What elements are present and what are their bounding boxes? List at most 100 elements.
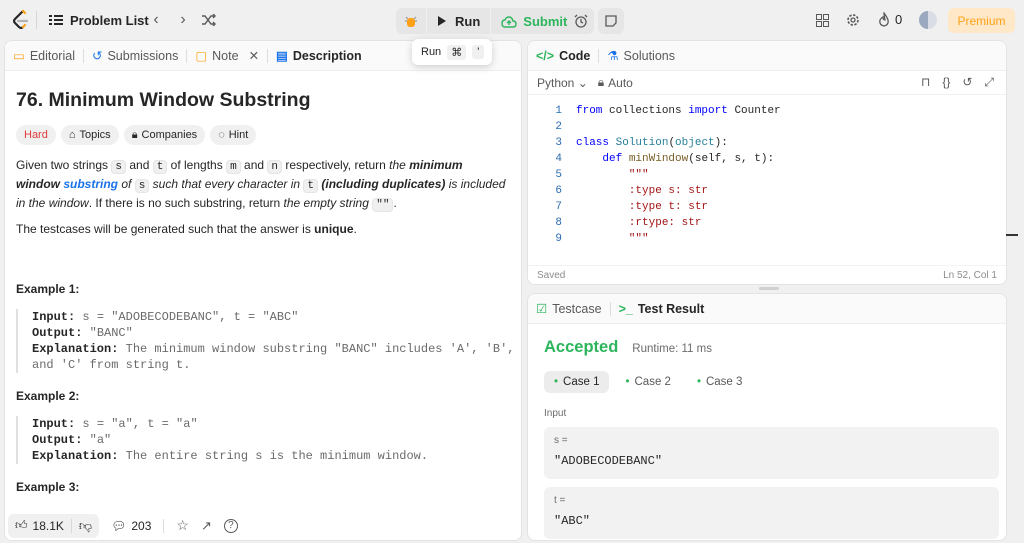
desc-code: t	[303, 179, 319, 193]
tab-test-result[interactable]: >_ Test Result	[611, 294, 713, 324]
tab-code[interactable]: </> Code	[528, 41, 598, 71]
tab-note[interactable]: ▢ Note ✕	[187, 41, 267, 71]
submit-button[interactable]: Submit	[491, 8, 577, 34]
lock-icon: 🔒︎	[131, 128, 138, 141]
input-t-box: t = "ABC"	[544, 487, 999, 539]
problem-footer: 👍︎ 18.1K 👎︎ 💬︎ 203 ☆ ↗ ?	[5, 509, 521, 540]
input-s-box: s = "ADOBECODEBANC"	[544, 427, 999, 479]
case-1-tab[interactable]: • Case 1	[544, 371, 610, 393]
value: The entire string s is the minimum windo…	[125, 449, 429, 463]
desc-text: .	[393, 196, 397, 210]
comments-button[interactable]: 💬︎ 203	[111, 519, 151, 533]
desc-text: the	[389, 158, 406, 172]
example-2-block: Input: s = "a", t = "a" Output: "a" Explan…	[16, 416, 428, 464]
language-select[interactable]: Python ⌄	[537, 76, 588, 90]
leetcode-logo-icon[interactable]	[12, 10, 30, 30]
tab-submissions-label: Submissions	[107, 48, 179, 63]
problem-tags: Hard ⌂ Topics 🔒︎ Companies ◌ Hint	[16, 125, 261, 145]
param-value: "ADOBECODEBANC"	[554, 454, 663, 468]
tab-description[interactable]: ▤ Description	[268, 41, 370, 71]
reset-icon[interactable]: ↺	[962, 75, 972, 90]
tab-editorial[interactable]: ▭ Editorial	[5, 41, 83, 71]
share-icon[interactable]: ↗	[201, 518, 212, 534]
param-label: s =	[554, 435, 568, 446]
value: "BANC"	[89, 326, 133, 340]
case-label: Case 3	[705, 376, 743, 388]
hint-chip[interactable]: ◌ Hint	[210, 125, 257, 145]
cursor-position: Ln 52, Col 1	[943, 270, 997, 281]
bookmark-icon[interactable]: ⊓	[921, 75, 930, 90]
alarm-clock-icon	[574, 14, 588, 28]
streak-counter[interactable]: 0	[878, 12, 902, 27]
example-2-title: Example 2:	[16, 389, 80, 403]
desc-text: of lengths	[170, 158, 223, 172]
label: Output:	[32, 326, 83, 340]
companies-label: Companies	[141, 129, 198, 141]
layout-icon[interactable]	[815, 13, 829, 27]
tooltip-label: Run	[421, 46, 442, 58]
runtime-text: Runtime: 11 ms	[632, 343, 712, 355]
tab-testcase-label: Testcase	[552, 301, 602, 316]
avatar[interactable]	[919, 11, 937, 29]
close-icon[interactable]: ✕	[249, 48, 259, 63]
premium-button[interactable]: Premium	[948, 8, 1015, 33]
desc-text: the empty string	[283, 196, 369, 210]
case-3-tab[interactable]: • Case 3	[687, 371, 752, 393]
tag-icon: ⌂	[68, 129, 76, 141]
desc-text: window	[48, 196, 89, 210]
dislike-button[interactable]: 👎︎	[72, 518, 99, 534]
settings-gear-icon[interactable]	[846, 13, 860, 27]
shuffle-icon[interactable]	[201, 12, 217, 28]
run-shortcut-tooltip: Run ⌘ '	[412, 39, 492, 65]
pass-dot-icon: •	[625, 376, 630, 388]
result-panel: ☑ Testcase >_ Test Result Accepted Runtime…	[527, 293, 1007, 541]
line-number: 1	[555, 105, 562, 117]
terminal-icon: >_	[618, 301, 633, 316]
description-panel: ▭ Editorial ↺ Submissions ▢ Note ✕ ▤ Descript…	[4, 40, 522, 541]
value: s = "ADOBECODEBANC", t = "ABC"	[82, 310, 299, 324]
run-submit-group: Run Submit	[396, 8, 578, 34]
code-line: 6 :type s: str	[528, 183, 1006, 199]
line-number: 8	[555, 217, 562, 229]
comment-count: 203	[131, 518, 152, 533]
run-button[interactable]: Run	[427, 8, 490, 34]
help-icon[interactable]: ?	[223, 518, 238, 533]
bug-icon	[405, 16, 417, 27]
code-editor[interactable]: 1 from collections import Counter 2 3 clas…	[528, 95, 1006, 247]
case-2-tab[interactable]: • Case 2	[615, 371, 680, 393]
desc-text: .	[353, 222, 357, 236]
resize-handle[interactable]	[759, 287, 779, 290]
substring-link[interactable]: substring	[63, 177, 118, 191]
line-number: 6	[555, 185, 562, 197]
result-tabs: ☑ Testcase >_ Test Result	[528, 294, 1006, 324]
desc-text: of	[121, 177, 132, 191]
tab-solutions[interactable]: ⚗ Solutions	[599, 41, 683, 71]
topics-chip[interactable]: ⌂ Topics	[60, 125, 119, 145]
timer-button[interactable]	[568, 8, 594, 34]
braces-icon[interactable]: {}	[942, 75, 950, 90]
notes-button[interactable]	[598, 8, 624, 34]
prev-problem-icon[interactable]: ‹	[148, 11, 164, 29]
desc-text: and	[244, 158, 265, 172]
hint-label: Hint	[228, 129, 249, 141]
example-3-title: Example 3:	[16, 480, 80, 494]
flame-icon	[879, 12, 889, 27]
desc-text: The testcases will be generated such tha…	[16, 222, 311, 236]
star-icon[interactable]: ☆	[176, 517, 189, 534]
expand-icon[interactable]: ⤢	[984, 75, 994, 90]
desc-text: such that every character in	[152, 177, 301, 191]
cloud-upload-icon	[501, 15, 517, 28]
comment-icon: 💬︎	[111, 518, 127, 533]
problem-list-link[interactable]: Problem List	[70, 13, 149, 28]
tab-testcase[interactable]: ☑ Testcase	[528, 294, 610, 324]
companies-chip[interactable]: 🔒︎ Companies	[123, 125, 206, 145]
list-icon[interactable]	[48, 12, 64, 28]
autocomplete-toggle[interactable]: Auto	[608, 76, 633, 90]
debug-button[interactable]	[396, 8, 426, 34]
like-button[interactable]: 👍︎ 18.1K	[8, 518, 71, 533]
next-problem-icon[interactable]: ›	[175, 11, 191, 29]
desc-bold: (including duplicates)	[321, 177, 446, 191]
label: Output:	[32, 433, 83, 447]
case-label: Case 2	[634, 376, 671, 388]
tab-submissions[interactable]: ↺ Submissions	[84, 41, 186, 71]
